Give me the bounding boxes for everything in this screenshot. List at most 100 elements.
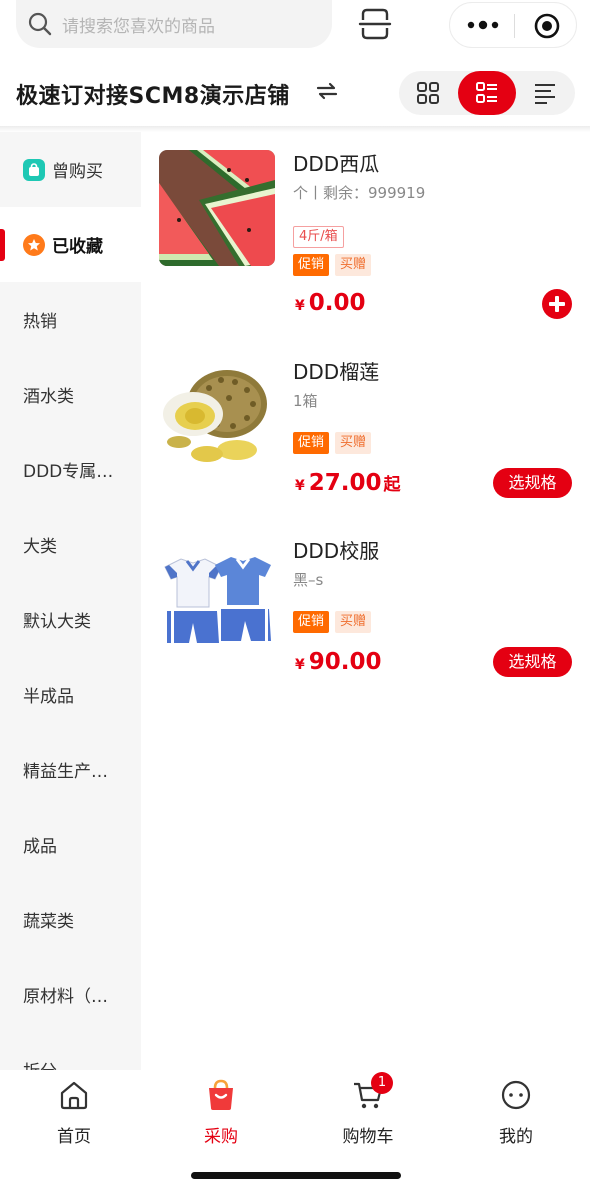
tag-group: 促销 买赠 bbox=[293, 611, 372, 633]
store-header: 极速订对接SCM8演示店铺 bbox=[0, 62, 590, 124]
sidebar-item-hot[interactable]: 热销 bbox=[0, 282, 141, 357]
currency-symbol: ¥ bbox=[295, 298, 305, 314]
tag-group: 促销 买赠 bbox=[293, 432, 372, 454]
tab-label: 购物车 bbox=[342, 1127, 394, 1147]
product-price: ¥ 90.00 bbox=[295, 649, 382, 675]
store-name: 极速订对接SCM8演示店铺 bbox=[16, 84, 290, 109]
sidebar-item-semi-finished[interactable]: 半成品 bbox=[0, 657, 141, 732]
choose-spec-button[interactable]: 选规格 bbox=[493, 647, 572, 677]
home-indicator bbox=[191, 1172, 401, 1179]
more-icon[interactable] bbox=[466, 15, 500, 35]
product-card[interactable]: DDD西瓜 个丨剩余：999919 4斤/箱 促销 买赠 ¥ 0.00 bbox=[141, 132, 590, 319]
package-badge: 4斤/箱 bbox=[293, 226, 344, 248]
scan-icon[interactable] bbox=[358, 6, 392, 42]
sidebar-item-label: 酒水类 bbox=[23, 387, 74, 407]
search-bar[interactable]: 请搜索您喜欢的商品 bbox=[16, 0, 332, 48]
top-bar: 请搜索您喜欢的商品 bbox=[0, 0, 590, 52]
sidebar-item-label: 大类 bbox=[23, 537, 57, 557]
product-name: DDD榴莲 bbox=[293, 360, 380, 384]
active-indicator bbox=[0, 229, 5, 261]
product-image-durian[interactable] bbox=[159, 358, 275, 474]
price-value: 0.00 bbox=[308, 290, 366, 316]
sidebar-item-purchased[interactable]: 曾购买 bbox=[0, 132, 141, 207]
promo-tag: 促销 bbox=[293, 432, 330, 454]
product-list: DDD西瓜 个丨剩余：999919 4斤/箱 促销 买赠 ¥ 0.00 DDD榴… bbox=[141, 132, 590, 1070]
sidebar-item-label: 曾购买 bbox=[52, 162, 103, 182]
sidebar-item-label: 原材料（… bbox=[23, 987, 108, 1007]
product-spec: 个丨剩余：999919 bbox=[293, 184, 426, 202]
category-sidebar: 曾购买 已收藏 热销 酒水类 DDD专属… 大类 默认大类 半成品 精益生产… … bbox=[0, 132, 141, 1070]
price-value: 90.00 bbox=[308, 649, 382, 675]
choose-spec-button[interactable]: 选规格 bbox=[493, 468, 572, 498]
tab-purchase[interactable]: 采购 bbox=[161, 1074, 281, 1148]
grid-view-button[interactable] bbox=[399, 71, 457, 115]
product-card[interactable]: DDD榴莲 1箱 促销 买赠 ¥ 27.00 起 选规格 bbox=[141, 340, 590, 518]
sidebar-item-label: 折分 bbox=[23, 1057, 57, 1070]
tag-group: 促销 买赠 bbox=[293, 254, 372, 276]
sidebar-item-major-category[interactable]: 大类 bbox=[0, 507, 141, 582]
mini-program-capsule bbox=[449, 2, 577, 48]
home-icon bbox=[60, 1081, 88, 1110]
sidebar-item-label: 半成品 bbox=[23, 687, 74, 707]
tab-home[interactable]: 首页 bbox=[14, 1074, 134, 1148]
tab-label: 首页 bbox=[57, 1127, 91, 1147]
add-icon[interactable] bbox=[542, 289, 572, 319]
sidebar-item-label: 蔬菜类 bbox=[23, 912, 74, 932]
price-suffix: 起 bbox=[383, 475, 401, 495]
list-view-button[interactable] bbox=[458, 71, 516, 115]
sidebar-item-label: 精益生产… bbox=[23, 762, 108, 782]
sidebar-item-vegetables[interactable]: 蔬菜类 bbox=[0, 882, 141, 957]
product-card[interactable]: DDD校服 黑–s 促销 买赠 ¥ 90.00 选规格 bbox=[141, 519, 590, 697]
sidebar-item-label: 默认大类 bbox=[23, 612, 91, 632]
price-value: 27.00 bbox=[308, 470, 382, 496]
capsule-divider bbox=[514, 14, 515, 38]
currency-symbol: ¥ bbox=[295, 657, 305, 673]
view-mode-switcher bbox=[399, 71, 575, 115]
star-icon bbox=[23, 233, 45, 256]
list-icon bbox=[476, 82, 497, 103]
sidebar-item-favorites[interactable]: 已收藏 bbox=[0, 207, 141, 282]
tab-mine[interactable]: 我的 bbox=[456, 1074, 576, 1148]
sidebar-item-default-category[interactable]: 默认大类 bbox=[0, 582, 141, 657]
promo-tag: 促销 bbox=[293, 611, 330, 633]
product-spec: 黑–s bbox=[293, 571, 324, 589]
cart-badge: 1 bbox=[371, 1072, 393, 1094]
grid-icon bbox=[417, 82, 439, 104]
product-image-uniform[interactable] bbox=[159, 537, 275, 653]
sidebar-item-split[interactable]: 折分 bbox=[0, 1032, 141, 1070]
sidebar-item-label: 成品 bbox=[23, 837, 57, 857]
text-list-view-button[interactable] bbox=[516, 71, 574, 115]
gift-tag: 买赠 bbox=[335, 611, 372, 633]
search-placeholder: 请搜索您喜欢的商品 bbox=[62, 16, 215, 37]
bag-icon bbox=[23, 158, 45, 181]
sidebar-item-ddd-exclusive[interactable]: DDD专属… bbox=[0, 432, 141, 507]
shopping-bag-icon bbox=[209, 1079, 233, 1110]
sidebar-item-label: DDD专属… bbox=[23, 462, 114, 482]
product-name: DDD西瓜 bbox=[293, 152, 380, 176]
tab-cart[interactable]: 1 购物车 bbox=[308, 1072, 428, 1148]
sidebar-item-lean-production[interactable]: 精益生产… bbox=[0, 732, 141, 807]
switch-store-icon[interactable] bbox=[314, 78, 340, 104]
product-price: ¥ 0.00 bbox=[295, 290, 366, 316]
sidebar-item-finished[interactable]: 成品 bbox=[0, 807, 141, 882]
sidebar-item-label: 热销 bbox=[23, 312, 57, 332]
cart-icon-wrapper: 1 bbox=[351, 1072, 393, 1112]
bottom-tab-bar: 首页 采购 1 购物车 我的 bbox=[0, 1070, 590, 1182]
sidebar-item-label: 已收藏 bbox=[52, 237, 103, 257]
sidebar-item-raw-materials[interactable]: 原材料（… bbox=[0, 957, 141, 1032]
currency-symbol: ¥ bbox=[295, 478, 305, 494]
product-image-watermelon[interactable] bbox=[159, 150, 275, 266]
product-name: DDD校服 bbox=[293, 539, 380, 563]
close-mini-program-icon[interactable] bbox=[534, 13, 560, 39]
tab-label: 采购 bbox=[204, 1127, 238, 1147]
promo-tag: 促销 bbox=[293, 254, 330, 276]
tab-label: 我的 bbox=[499, 1127, 533, 1147]
text-list-icon bbox=[535, 84, 555, 104]
gift-tag: 买赠 bbox=[335, 432, 372, 454]
product-price: ¥ 27.00 起 bbox=[295, 470, 401, 496]
product-spec: 1箱 bbox=[293, 392, 318, 410]
gift-tag: 买赠 bbox=[335, 254, 372, 276]
sidebar-item-drinks[interactable]: 酒水类 bbox=[0, 357, 141, 432]
smile-icon bbox=[501, 1080, 531, 1110]
search-icon bbox=[28, 12, 52, 36]
